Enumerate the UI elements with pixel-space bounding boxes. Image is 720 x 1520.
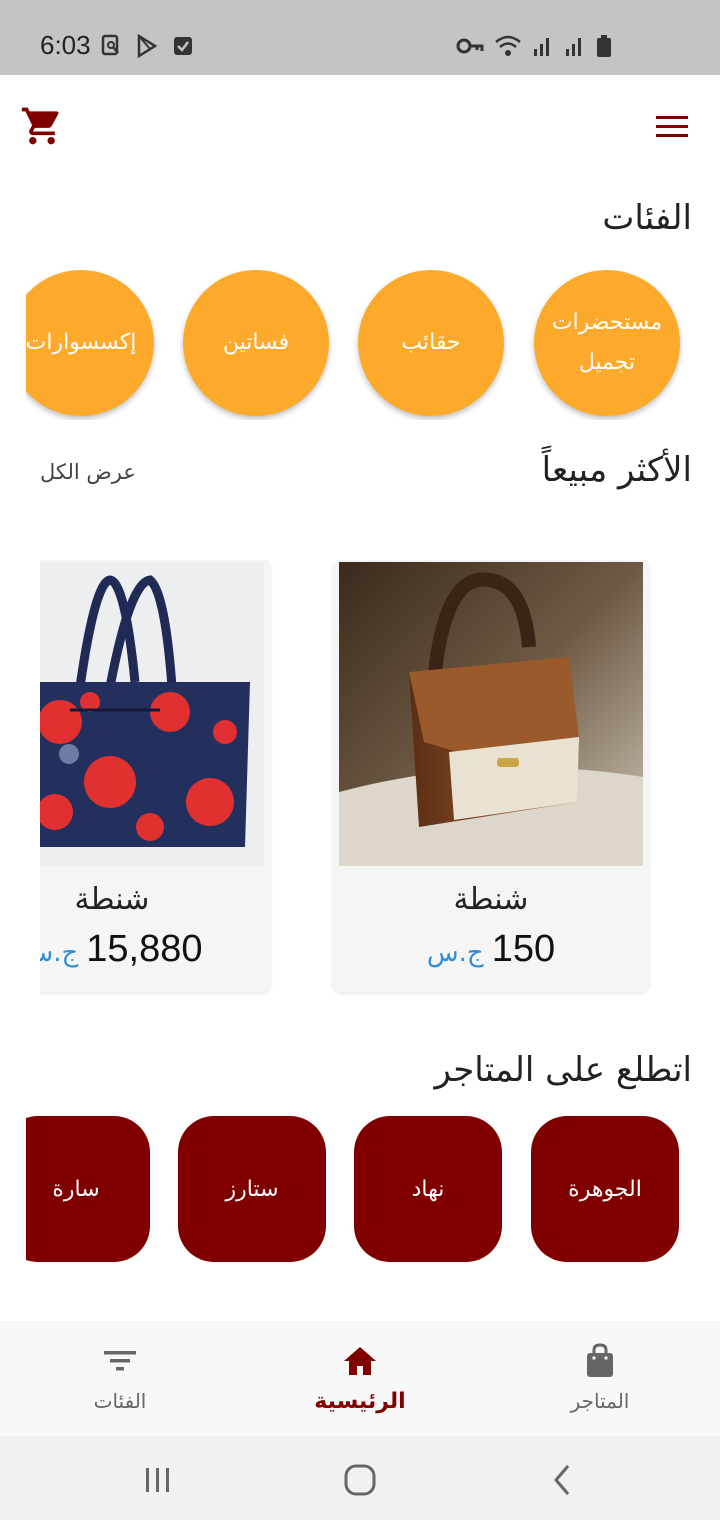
status-time: 6:03 bbox=[40, 30, 91, 60]
vpn-key-icon bbox=[456, 38, 484, 54]
checkbox-icon bbox=[174, 37, 192, 55]
stores-title: اتطلع على المتاجر bbox=[434, 1050, 692, 1090]
cart-icon bbox=[21, 107, 59, 145]
store-item[interactable]: ستارز bbox=[178, 1116, 326, 1262]
product-name: شنطة bbox=[453, 882, 529, 917]
price-value: 15,880 bbox=[86, 928, 203, 970]
back-icon bbox=[554, 1465, 570, 1495]
category-item[interactable]: إكسسوارات bbox=[26, 270, 154, 416]
store-item[interactable]: الجوهرة bbox=[531, 1116, 679, 1262]
product-price: ج.س 150 bbox=[333, 928, 649, 971]
screenshot-icon bbox=[101, 34, 119, 56]
home-system-button[interactable] bbox=[340, 1460, 380, 1500]
store-item[interactable]: سارة bbox=[26, 1116, 150, 1262]
recents-icon bbox=[146, 1468, 169, 1492]
system-navigation bbox=[0, 1436, 720, 1520]
categories-list[interactable]: مستحضرات تجميل حقائب فساتين إكسسوارات bbox=[26, 270, 720, 420]
nav-stores[interactable]: المتاجر bbox=[480, 1323, 720, 1437]
currency-label: ج.س bbox=[40, 938, 79, 968]
see-all-link[interactable]: عرض الكل bbox=[40, 460, 136, 484]
nav-label: الفئات bbox=[93, 1389, 147, 1413]
stores-list[interactable]: الجوهرة نهاد ستارز سارة bbox=[26, 1114, 720, 1266]
signal-icon bbox=[534, 38, 549, 56]
nav-label: المتاجر bbox=[570, 1389, 630, 1413]
categories-title: الفئات bbox=[602, 198, 692, 238]
category-item[interactable]: مستحضرات تجميل bbox=[534, 270, 680, 416]
home-icon bbox=[344, 1347, 376, 1375]
price-value: 150 bbox=[491, 928, 556, 970]
product-card[interactable]: شنطة ج.س 15,880 bbox=[40, 560, 270, 992]
nav-home[interactable]: الرئيسية bbox=[240, 1323, 480, 1437]
signal-icon bbox=[566, 38, 581, 56]
recents-button[interactable] bbox=[138, 1460, 178, 1500]
back-button[interactable] bbox=[542, 1460, 582, 1500]
product-image bbox=[339, 562, 643, 866]
status-bar: 6:03 bbox=[0, 0, 720, 75]
battery-icon bbox=[597, 35, 611, 57]
menu-icon bbox=[656, 116, 688, 137]
products-list[interactable]: شنطة ج.س 150 شنطة ج.س bbox=[40, 560, 720, 1000]
product-name: شنطة bbox=[74, 882, 150, 917]
filter-icon bbox=[104, 1351, 136, 1371]
shopping-bag-icon bbox=[587, 1343, 613, 1377]
nav-label: الرئيسية bbox=[314, 1389, 406, 1414]
home-circle-icon bbox=[344, 1464, 376, 1496]
bottom-navigation: المتاجر الرئيسية الفئات bbox=[0, 1322, 720, 1436]
play-store-icon bbox=[137, 34, 158, 58]
cart-button[interactable] bbox=[20, 104, 64, 148]
category-item[interactable]: فساتين bbox=[183, 270, 329, 416]
currency-label: ج.س bbox=[426, 938, 484, 968]
category-item[interactable]: حقائب bbox=[358, 270, 504, 416]
product-price: ج.س 15,880 bbox=[40, 928, 270, 971]
product-image bbox=[40, 562, 264, 866]
store-item[interactable]: نهاد bbox=[354, 1116, 502, 1262]
menu-button[interactable] bbox=[654, 108, 690, 144]
nav-categories[interactable]: الفئات bbox=[0, 1323, 240, 1437]
best-sellers-title: الأكثر مبيعاً bbox=[541, 450, 692, 490]
product-card[interactable]: شنطة ج.س 150 bbox=[333, 560, 649, 992]
wifi-icon bbox=[495, 35, 521, 56]
